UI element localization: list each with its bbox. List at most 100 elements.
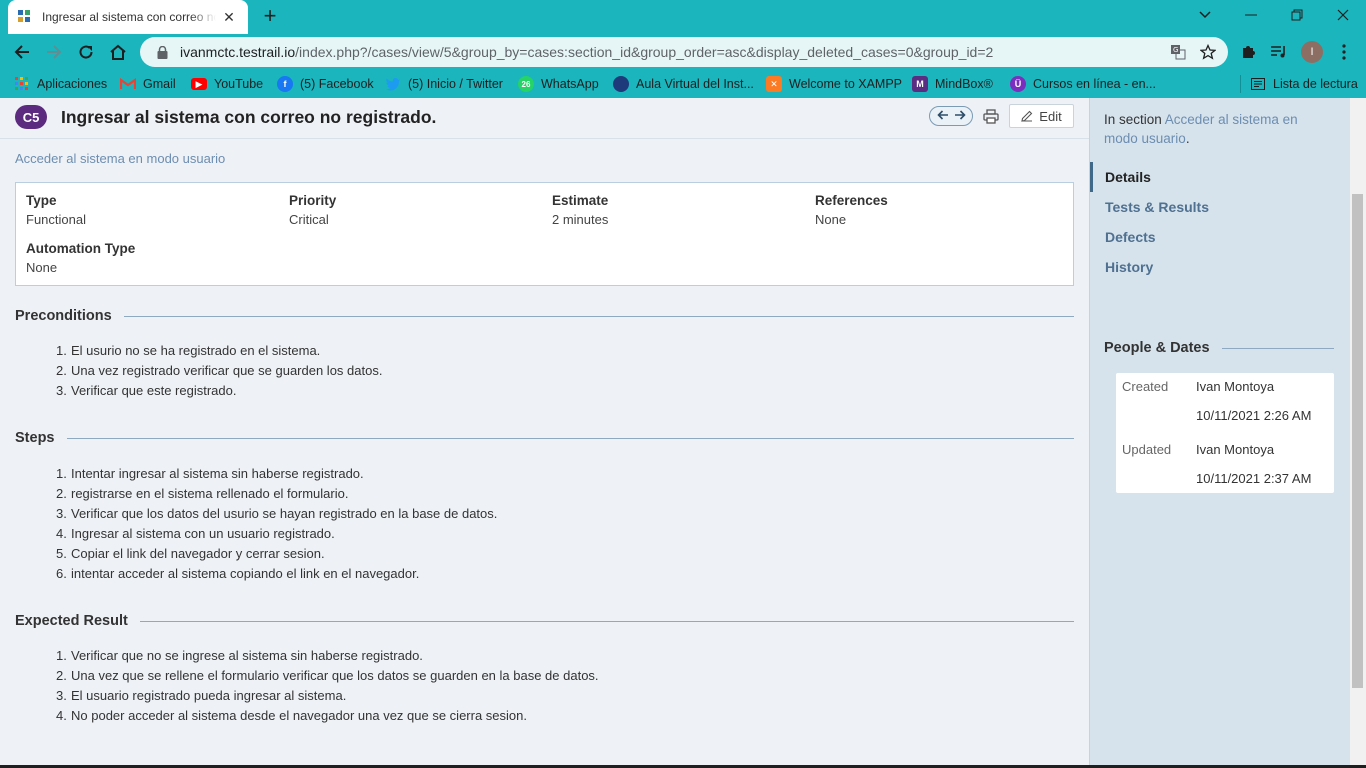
preconditions-list: 1. El usurio no se ha registrado en el si…	[56, 341, 383, 401]
pencil-icon	[1021, 110, 1033, 122]
updated-at: 10/11/2021 2:37 AM	[1196, 471, 1312, 486]
reload-icon[interactable]	[72, 38, 100, 66]
created-at: 10/11/2021 2:26 AM	[1196, 408, 1312, 423]
bookmark-youtube[interactable]: ▶ YouTube	[191, 75, 263, 93]
cursos-icon: Ü	[1010, 76, 1026, 92]
bookmark-cursos[interactable]: Ü Cursos en línea - en...	[1010, 75, 1156, 93]
created-label: Created	[1122, 379, 1169, 394]
case-navigation	[929, 106, 973, 126]
bookmark-mindbox[interactable]: M MindBox®	[912, 75, 993, 93]
list-item: 1. El usurio no se ha registrado en el si…	[56, 343, 321, 358]
expected-result-heading: Expected Result	[15, 613, 1074, 629]
expected-result-list: 1. Verificar que no se ingrese al sistema…	[56, 646, 599, 726]
bookmark-aplicaciones[interactable]: Aplicaciones	[14, 75, 107, 93]
tab-strip: Ingresar al sistema con correo no regist…	[0, 0, 1366, 34]
in-section-info: In section Acceder al sistema en modo us…	[1104, 112, 1298, 146]
case-header: C5 Ingresar al sistema con correo no reg…	[0, 98, 1089, 139]
list-item: 1. Verificar que no se ingrese al sistema…	[56, 648, 423, 663]
steps-list: 1. Intentar ingresar al sistema sin haber…	[56, 464, 498, 584]
home-icon[interactable]	[104, 38, 132, 66]
field-type: Type Functional	[26, 193, 86, 227]
restore-icon[interactable]	[1274, 0, 1320, 30]
facebook-icon: f	[277, 76, 293, 92]
extensions-puzzle-icon[interactable]	[1234, 38, 1262, 66]
previous-case-arrow-icon[interactable]	[936, 107, 949, 125]
bookmark-facebook[interactable]: f (5) Facebook	[277, 75, 374, 93]
next-case-arrow-icon[interactable]	[954, 107, 966, 125]
case-title: Ingresar al sistema con correo no regist…	[61, 107, 437, 127]
case-fields: Type Functional Priority Critical Estima…	[15, 182, 1074, 286]
print-icon[interactable]	[981, 106, 1001, 126]
preconditions-heading: Preconditions	[15, 308, 1074, 324]
browser-tab[interactable]: Ingresar al sistema con correo no regist…	[8, 0, 248, 34]
steps-heading: Steps	[15, 430, 1074, 446]
sidebar-item-defects[interactable]: Defects	[1090, 222, 1351, 252]
list-item: 4. No poder acceder al sistema desde el n…	[56, 708, 527, 723]
youtube-icon: ▶	[191, 78, 207, 90]
browser-toolbar: ivanmctc.testrail.io/index.php?/cases/vi…	[0, 34, 1366, 70]
address-bar[interactable]: ivanmctc.testrail.io/index.php?/cases/vi…	[140, 37, 1228, 67]
new-tab-plus-icon[interactable]: +	[258, 5, 282, 29]
back-arrow-icon[interactable]	[8, 38, 36, 66]
bookmark-star-icon[interactable]	[1198, 42, 1218, 62]
sidebar-item-history[interactable]: History	[1090, 252, 1351, 282]
gmail-icon	[120, 76, 136, 92]
sidebar-nav: Details Tests & Results Defects History	[1090, 162, 1351, 282]
list-item: 5. Copiar el link del navegador y cerrar …	[56, 546, 325, 561]
field-references: References None	[815, 193, 888, 227]
reading-list-icon	[1250, 76, 1266, 92]
aula-virtual-icon	[613, 76, 629, 92]
twitter-icon	[385, 76, 401, 92]
page-scrollbar[interactable]	[1350, 98, 1366, 768]
case-main-content: C5 Ingresar al sistema con correo no reg…	[0, 98, 1089, 768]
testrail-page: C5 Ingresar al sistema con correo no reg…	[0, 98, 1366, 768]
profile-avatar[interactable]: I	[1301, 41, 1323, 63]
edit-button[interactable]: Edit	[1009, 104, 1074, 128]
window-close-icon[interactable]	[1320, 0, 1366, 30]
field-priority: Priority Critical	[289, 193, 337, 227]
reading-list[interactable]: Lista de lectura	[1240, 75, 1358, 93]
field-estimate: Estimate 2 minutes	[552, 193, 609, 227]
list-item: 1. Intentar ingresar al sistema sin haber…	[56, 466, 364, 481]
tab-close-icon[interactable]: ✕	[220, 8, 238, 26]
scrollbar-thumb[interactable]	[1352, 194, 1363, 688]
bookmark-gmail[interactable]: Gmail	[120, 75, 176, 93]
apps-grid-icon	[14, 76, 30, 92]
minimize-icon[interactable]	[1228, 0, 1274, 30]
mindbox-icon: M	[912, 76, 928, 92]
people-dates-heading: People & Dates	[1104, 340, 1334, 356]
sidebar-item-details[interactable]: Details	[1090, 162, 1351, 192]
tab-search-chevron-icon[interactable]	[1182, 0, 1228, 30]
translate-icon[interactable]: G	[1168, 42, 1188, 62]
tab-title: Ingresar al sistema con correo no regist…	[42, 10, 216, 24]
updated-label: Updated	[1122, 442, 1172, 457]
testrail-favicon-icon	[18, 10, 32, 24]
bookmarks-bar: Aplicaciones Gmail ▶ YouTube f (5) Faceb…	[0, 70, 1366, 98]
whatsapp-icon: 26	[518, 76, 534, 92]
lock-icon[interactable]	[152, 45, 172, 59]
case-id-badge: C5	[15, 105, 47, 129]
list-item: 4. Ingresar al sistema con un usuario reg…	[56, 526, 335, 541]
breadcrumb-section-link[interactable]: Acceder al sistema en modo usuario	[15, 151, 225, 166]
field-automation-type: Automation Type None	[26, 241, 136, 275]
list-item: 2. Una vez registrado verificar que se gu…	[56, 363, 383, 378]
updated-by: Ivan Montoya	[1196, 442, 1275, 457]
list-item: 6. intentar acceder al sistema copiando e…	[56, 566, 420, 581]
bookmark-twitter[interactable]: (5) Inicio / Twitter	[385, 75, 503, 93]
bookmark-whatsapp[interactable]: 26 WhatsApp	[518, 75, 599, 93]
media-queue-icon[interactable]	[1265, 38, 1293, 66]
list-item: 3. El usuario registrado pueda ingresar a…	[56, 688, 347, 703]
list-item: 2. registrarse en el sistema rellenado el…	[56, 486, 349, 501]
list-item: 3. Verificar que los datos del usurio se …	[56, 506, 498, 521]
people-dates-card: Created Ivan Montoya 10/11/2021 2:26 AM …	[1116, 373, 1334, 493]
url-text[interactable]: ivanmctc.testrail.io/index.php?/cases/vi…	[180, 44, 993, 60]
bookmark-aula-virtual[interactable]: Aula Virtual del Inst...	[613, 75, 754, 93]
sidebar-item-tests-results[interactable]: Tests & Results	[1090, 192, 1351, 222]
edit-button-label: Edit	[1039, 108, 1062, 124]
list-item: 2. Una vez que se rellene el formulario v…	[56, 668, 599, 683]
forward-arrow-icon[interactable]	[40, 38, 68, 66]
case-sidebar: In section Acceder al sistema en modo us…	[1089, 98, 1350, 768]
list-item: 3. Verificar que este registrado.	[56, 383, 237, 398]
more-menu-icon[interactable]	[1330, 38, 1358, 66]
bookmark-xampp[interactable]: ✕ Welcome to XAMPP	[766, 75, 902, 93]
